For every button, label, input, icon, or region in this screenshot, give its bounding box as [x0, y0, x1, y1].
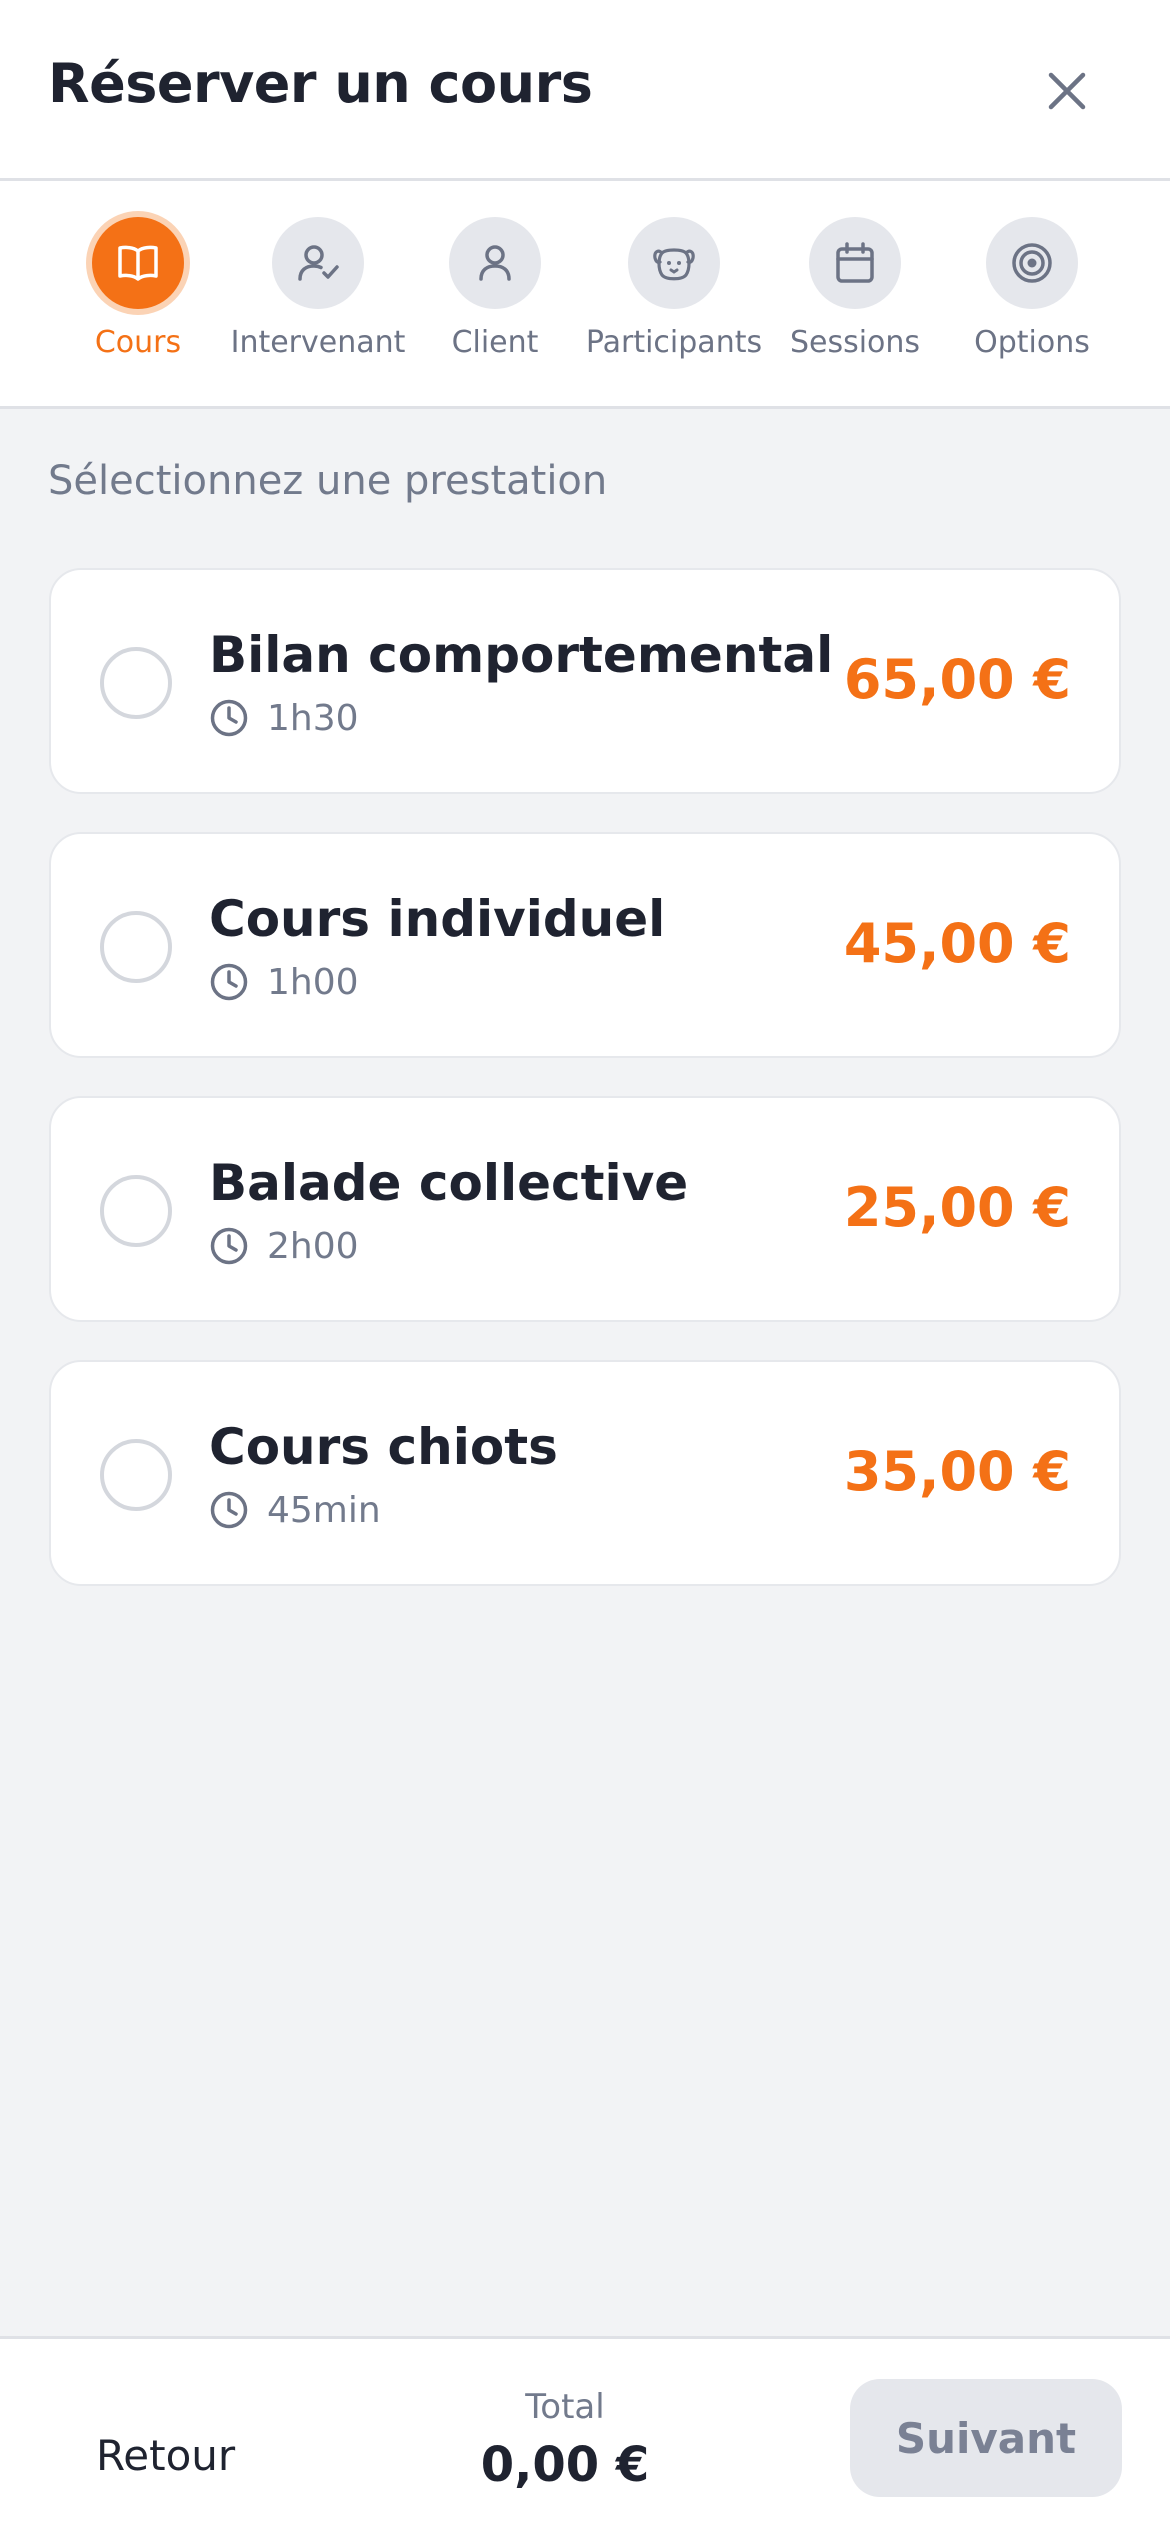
step-options[interactable]: Options [942, 217, 1122, 360]
close-button[interactable] [1036, 60, 1098, 122]
step-label: Client [451, 325, 539, 360]
service-name: Cours individuel [209, 890, 666, 948]
step-client[interactable]: Client [405, 217, 585, 360]
radio-button[interactable] [100, 1439, 172, 1511]
service-card-individuel[interactable]: Cours individuel 1h00 45,00 € [49, 832, 1121, 1058]
user-icon [479, 245, 511, 281]
calendar-icon [836, 242, 874, 283]
header: Réserver un cours [0, 0, 1170, 181]
duration-text: 1h00 [267, 961, 359, 1003]
step-intervenant[interactable]: Intervenant [228, 217, 408, 360]
clock-icon [210, 1491, 248, 1529]
user-check-icon [298, 245, 339, 281]
close-icon [1048, 72, 1086, 110]
radio-button[interactable] [100, 1175, 172, 1247]
clock-icon [210, 963, 248, 1001]
step-label: Participants [585, 325, 763, 360]
step-label: Cours [94, 325, 182, 360]
service-card-bilan[interactable]: Bilan comportemental 1h30 65,00 € [49, 568, 1121, 794]
clock-icon [210, 1227, 248, 1265]
service-name: Cours chiots [209, 1418, 558, 1476]
duration-text: 1h30 [267, 697, 359, 739]
step-label: Options [974, 325, 1090, 360]
section-title: Sélectionnez une prestation [48, 458, 608, 504]
step-label: Sessions [789, 325, 921, 360]
page-title: Réserver un cours [48, 52, 593, 115]
booking-screen: Réserver un cours Cours Intervenant Clie… [0, 0, 1170, 2532]
footer-bar: Retour Total 0,00 € Suivant [0, 2336, 1170, 2532]
service-card-chiots[interactable]: Cours chiots 45min 35,00 € [49, 1360, 1121, 1586]
service-card-balade[interactable]: Balade collective 2h00 25,00 € [49, 1096, 1121, 1322]
radio-button[interactable] [100, 911, 172, 983]
step-participants[interactable]: Participants [584, 217, 764, 360]
service-price: 35,00 € [843, 1440, 1071, 1503]
radio-button[interactable] [100, 647, 172, 719]
service-duration: 1h30 [209, 696, 359, 740]
service-duration: 45min [209, 1488, 381, 1532]
service-price: 25,00 € [843, 1176, 1071, 1239]
service-price: 45,00 € [843, 912, 1071, 975]
dog-icon [653, 248, 695, 281]
step-sessions[interactable]: Sessions [765, 217, 945, 360]
booking-stepper: Cours Intervenant Client Participants Se… [0, 181, 1170, 409]
book-icon [118, 245, 158, 281]
clock-icon [210, 699, 248, 737]
next-button[interactable]: Suivant [850, 2379, 1122, 2497]
service-duration: 1h00 [209, 960, 359, 1004]
step-label: Intervenant [230, 325, 406, 360]
service-name: Bilan comportemental [209, 626, 834, 684]
duration-text: 45min [267, 1489, 381, 1531]
step-cours[interactable]: Cours [48, 217, 228, 360]
service-duration: 2h00 [209, 1224, 359, 1268]
target-icon [1012, 243, 1052, 283]
duration-text: 2h00 [267, 1225, 359, 1267]
service-price: 65,00 € [843, 648, 1071, 711]
service-name: Balade collective [209, 1154, 689, 1212]
